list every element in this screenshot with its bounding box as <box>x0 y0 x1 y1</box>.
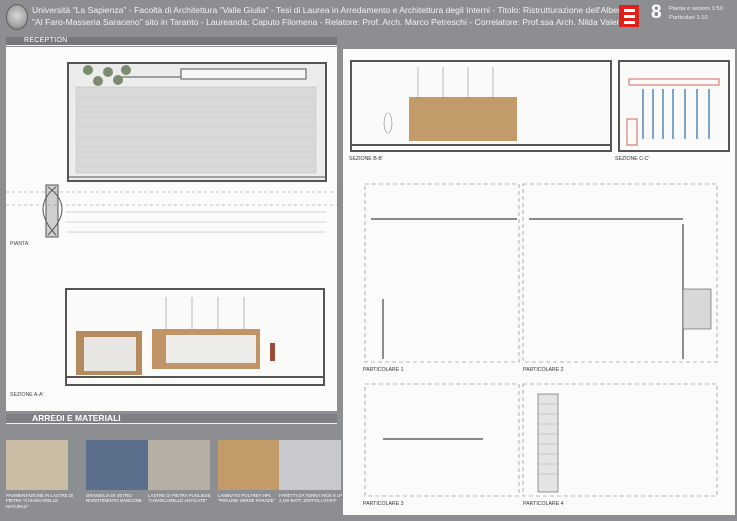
material-caption: FARETTI DA TERRA INOX 8 LP 2,1W BATT. ZO… <box>279 493 343 504</box>
thesis-title-line-2: "Al Faro-Masseria Saraceno" sito in Tara… <box>32 17 631 27</box>
page-number: 8 <box>651 2 662 23</box>
material-swatch <box>279 440 341 490</box>
university-seal-icon <box>6 4 28 30</box>
material-swatch <box>6 440 68 490</box>
section-title-materials: ARREDI E MATERIALI <box>32 413 121 423</box>
label-particolare-1: PARTICOLARE 1 <box>363 367 404 373</box>
label-sezione-aa: SEZIONE A-A' <box>10 392 44 398</box>
material-swatch <box>86 440 148 490</box>
material-swatch <box>218 440 280 490</box>
scale-note-2: Particolari 1:10 <box>669 15 708 21</box>
plan-and-section-drawing <box>6 62 337 386</box>
section-title-reception: RECEPTION <box>24 37 68 44</box>
scale-note-1: Pianta e sezioni 1:50 <box>669 6 723 12</box>
label-pianta: PIANTA <box>10 241 29 247</box>
label-sezione-cc: SEZIONE C-C' <box>615 156 650 162</box>
label-particolare-2: PARTICOLARE 2 <box>523 367 564 373</box>
section-details-panel: SEZIONE B-B' SEZIONE C-C' PARTICOLARE 1 … <box>343 49 735 515</box>
material-swatch <box>148 440 210 490</box>
red-square-logo-icon <box>619 5 639 27</box>
thesis-title-line-1: Università "La Sapienza" - Facoltà di Ar… <box>32 5 631 15</box>
material-caption: PAVIMENTAZIONE IN LASTRE DI PIETRA "CHIA… <box>6 493 74 509</box>
label-particolare-4: PARTICOLARE 4 <box>523 501 564 507</box>
reception-drawings-panel: PIANTA SEZIONE A-A' <box>6 47 337 411</box>
sections-and-details-drawing <box>350 60 730 497</box>
label-sezione-bb: SEZIONE B-B' <box>349 156 383 162</box>
material-caption: LASTRE DI PIETRA PUGLIESE "CHIANCARELLE … <box>148 493 211 504</box>
label-particolare-3: PARTICOLARE 3 <box>363 501 404 507</box>
